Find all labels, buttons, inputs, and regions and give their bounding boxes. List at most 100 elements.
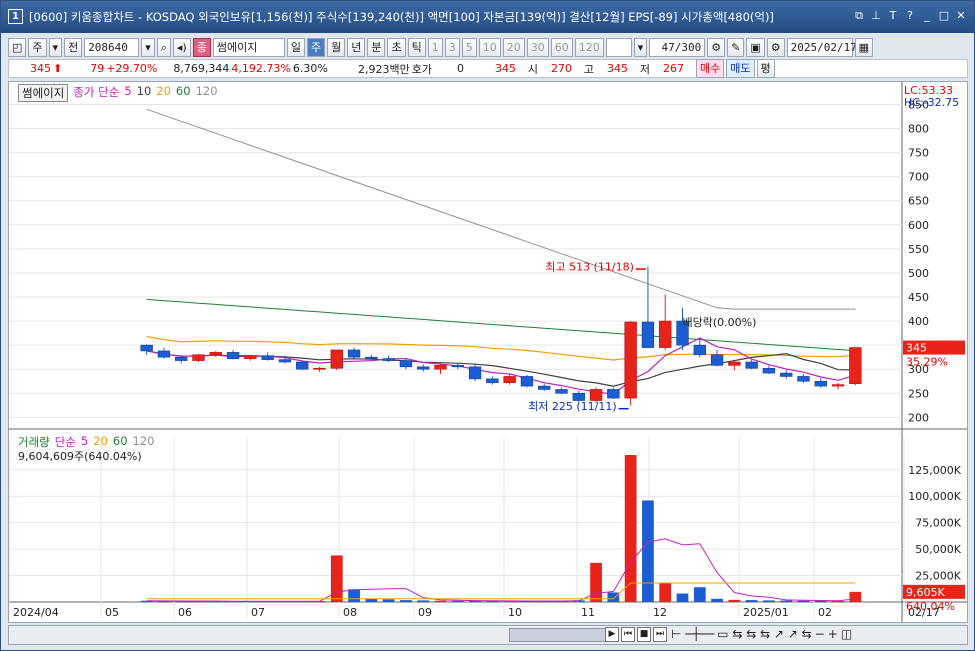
hoga-value: 0 <box>457 62 465 75</box>
search-icon[interactable]: ⌕ <box>156 37 171 57</box>
minute-120[interactable]: 120 <box>574 37 604 57</box>
fullscreen-icon[interactable]: ◫ <box>841 627 852 641</box>
minimize-icon[interactable]: _ <box>920 8 934 24</box>
calendar-icon[interactable]: ▦ <box>854 37 874 57</box>
period-week[interactable]: 주 <box>306 37 326 57</box>
minute-1[interactable]: 1 <box>427 37 443 57</box>
minute-20[interactable]: 20 <box>502 37 525 57</box>
prev-button[interactable]: 전 <box>64 37 83 57</box>
volume-bar <box>417 600 430 602</box>
chevron-down-icon[interactable]: ▾ <box>48 37 63 57</box>
volume-bar <box>365 598 378 602</box>
scroll-thumb[interactable] <box>509 628 609 642</box>
candle-body <box>278 359 292 363</box>
x-tick-label: 2024/04 <box>13 606 59 619</box>
custom-dropdown-icon[interactable]: ▾ <box>633 37 648 57</box>
volume-bar <box>642 500 654 602</box>
chart-svg[interactable]: 8508007507006506005505004504003503002502… <box>9 82 967 622</box>
candle-body <box>296 361 309 370</box>
period-second[interactable]: 초 <box>387 37 406 57</box>
trade-amount: 2,923백만 <box>358 62 410 76</box>
legend-ma5: 5 <box>124 84 132 98</box>
volume-bar <box>348 589 360 602</box>
candle-body <box>365 356 378 359</box>
window-number-icon[interactable]: 1 <box>8 9 23 24</box>
candle-body <box>607 389 620 399</box>
average-button[interactable]: 평 <box>756 59 775 78</box>
main-toolbar: ◰ 주 ▾ 전 208640 ▾ ⌕ ◂) 종 썸에이지 일 주 월 년 분 초… <box>8 36 968 58</box>
turnover-rate: 6.30% <box>292 62 328 75</box>
candle-body <box>382 358 395 361</box>
candle-body <box>555 389 568 394</box>
up-arrow-icon: ⬆ <box>53 62 63 75</box>
minute-3[interactable]: 3 <box>444 37 460 57</box>
settings-icon[interactable]: ⚙ <box>766 37 785 57</box>
period-year[interactable]: 년 <box>347 37 366 57</box>
volume-bar <box>400 600 412 602</box>
first-icon[interactable]: ⏮ <box>621 627 635 642</box>
candle-body <box>347 349 361 358</box>
volume-bar <box>711 598 723 602</box>
code-dropdown-icon[interactable]: ▾ <box>141 37 155 57</box>
maximize-icon[interactable]: □ <box>937 8 951 24</box>
period-minute[interactable]: 분 <box>367 37 386 57</box>
custom-period-input[interactable] <box>605 37 632 57</box>
tool-icon[interactable]: ✎ <box>727 37 745 57</box>
close-icon[interactable]: ✕ <box>954 8 968 24</box>
legend-ma-label: 종가 단순 <box>73 85 120 99</box>
minute-10[interactable]: 10 <box>478 37 501 57</box>
candle-body <box>175 356 188 361</box>
price-tick-label: 600 <box>908 219 929 232</box>
data-count-field[interactable]: 47/300 <box>649 37 706 57</box>
price-tick-label: 250 <box>908 387 929 400</box>
x-tick-label: 09 <box>418 606 432 619</box>
zoom-slider-icon[interactable]: ⊢ ─┼── <box>671 627 714 641</box>
help-icon[interactable]: ? <box>903 8 917 24</box>
period-select[interactable]: 주 <box>28 37 47 57</box>
period-tick[interactable]: 틱 <box>407 37 426 57</box>
period-day[interactable]: 일 <box>286 37 305 57</box>
buy-button[interactable]: 매수 <box>696 59 725 78</box>
low-value: 267 <box>663 62 685 75</box>
price-tick-label: 400 <box>908 315 929 328</box>
stop-icon[interactable]: ■ <box>637 627 651 642</box>
price-tick-label: 550 <box>908 243 929 256</box>
minute-60[interactable]: 60 <box>550 37 573 57</box>
x-tick-label: 08 <box>343 606 357 619</box>
stock-code-input[interactable]: 208640 <box>84 37 140 57</box>
period-month[interactable]: 월 <box>327 37 346 57</box>
candle-body <box>814 380 827 387</box>
drawing-tools-icon[interactable]: ▭ ⇆ ⇆ ⇆ ↗ ↗ ⇆ <box>717 627 812 641</box>
scroll-bar[interactable]: ▶ ⏮ ■ ⏭ ⊢ ─┼── ▭ ⇆ ⇆ ⇆ ↗ ↗ ⇆ − + ◫ <box>8 625 968 645</box>
font-icon[interactable]: T <box>886 8 900 24</box>
stock-name-field: 썸에이지 <box>212 37 285 57</box>
indicator-icon[interactable]: ⚙ <box>707 37 726 57</box>
x-tick-label: 02 <box>818 606 832 619</box>
sell-button[interactable]: 매도 <box>726 59 755 78</box>
chart-area[interactable]: 8508007507006506005505004504003503002502… <box>8 81 968 623</box>
zoom-in-icon[interactable]: + <box>828 627 838 641</box>
pin-icon[interactable]: ⊥ <box>869 8 883 24</box>
hoga-label: 호가 <box>411 62 433 76</box>
current-price: 345 <box>30 62 51 75</box>
zoom-out-icon[interactable]: − <box>815 627 825 641</box>
hoga-price: 345 <box>495 62 517 75</box>
link-icon[interactable]: ⧉ <box>852 8 866 24</box>
save-icon[interactable]: ▣ <box>746 37 765 57</box>
minute-30[interactable]: 30 <box>526 37 549 57</box>
candle-body <box>849 347 862 384</box>
candle-body <box>641 321 655 348</box>
volume-info: 9,604,609주(640.04%) <box>18 450 142 463</box>
candle-body <box>244 355 257 359</box>
date-input[interactable]: 2025/02/17 <box>786 37 857 57</box>
layout-icon[interactable]: ◰ <box>8 37 27 57</box>
legend-stock-name[interactable]: 썸에이지 <box>18 84 69 102</box>
candle-body <box>209 352 222 356</box>
minute-5[interactable]: 5 <box>461 37 477 57</box>
open-label: 시 <box>527 62 539 76</box>
volume-bar <box>590 562 602 602</box>
sound-icon[interactable]: ◂) <box>172 37 191 57</box>
last-icon[interactable]: ⏭ <box>653 627 667 642</box>
scroll-right-icon[interactable]: ▶ <box>605 627 619 642</box>
x-tick-label: 12 <box>653 606 667 619</box>
